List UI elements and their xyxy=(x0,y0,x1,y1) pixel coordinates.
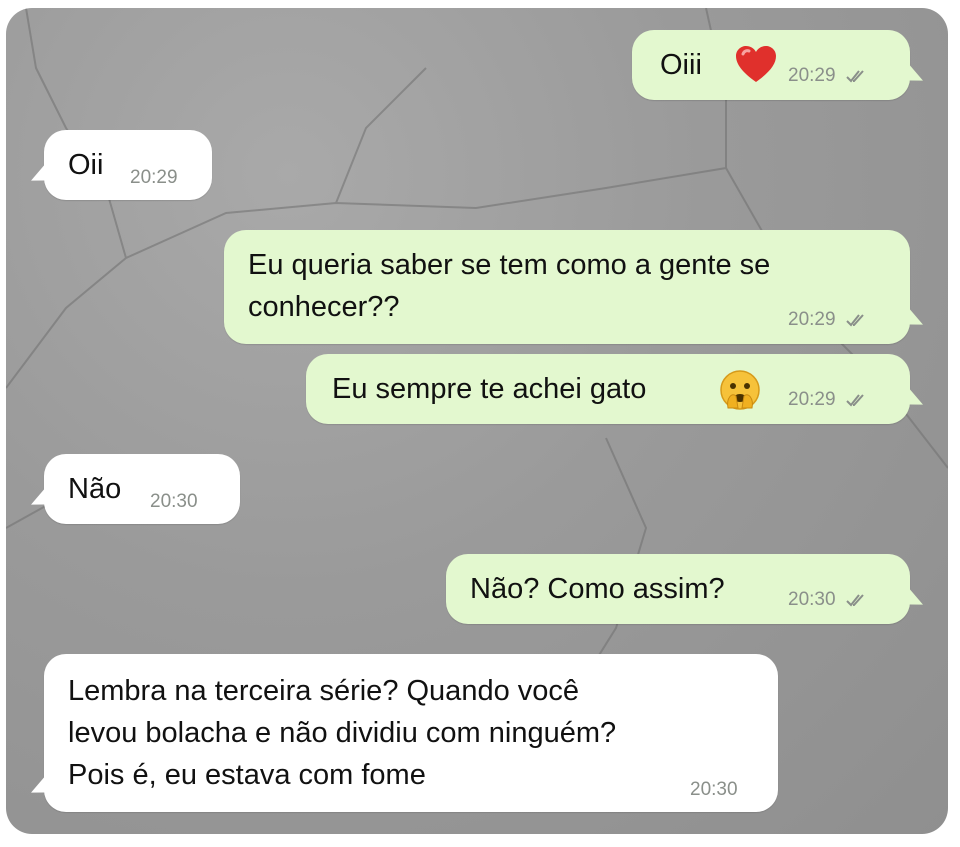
message-time: 20:30 xyxy=(150,491,198,512)
message-time: 20:29 xyxy=(788,390,867,410)
message-incoming[interactable]: Não 20:30 xyxy=(44,454,240,524)
message-time: 20:30 xyxy=(788,590,867,610)
message-time: 20:29 xyxy=(788,66,867,86)
heart-icon xyxy=(736,46,776,96)
message-text-line: levou bolacha e não dividiu com ninguém? xyxy=(68,717,617,749)
message-text: Não? Como assim? xyxy=(470,573,725,605)
message-text-line: Lembra na terceira série? Quando você xyxy=(68,675,580,707)
message-outgoing[interactable]: Eu sempre te achei gato 20:29 xyxy=(306,354,910,424)
message-text-line: Pois é, eu estava com fome xyxy=(68,759,426,791)
chat-window: Oiii 20:29 Oii 20:29 Eu queria saber se … xyxy=(6,8,948,834)
read-ticks-icon xyxy=(846,394,864,407)
shy-face-icon xyxy=(720,370,760,422)
message-text: Oii xyxy=(68,149,104,181)
read-ticks-icon xyxy=(846,70,864,83)
message-incoming[interactable]: Lembra na terceira série? Quando você le… xyxy=(44,654,778,812)
read-ticks-icon xyxy=(846,314,864,327)
message-incoming[interactable]: Oii 20:29 xyxy=(44,130,212,200)
message-time: 20:29 xyxy=(130,167,178,188)
message-text-line: Eu queria saber se tem como a gente se xyxy=(248,249,771,281)
read-ticks-icon xyxy=(846,594,864,607)
message-outgoing[interactable]: Não? Como assim? 20:30 xyxy=(446,554,910,624)
message-time: 20:30 xyxy=(690,779,738,800)
message-text-line: conhecer?? xyxy=(248,291,400,323)
message-text: Oiii xyxy=(660,49,702,81)
message-text: Eu sempre te achei gato xyxy=(332,373,647,405)
message-outgoing[interactable]: Eu queria saber se tem como a gente se c… xyxy=(224,230,910,344)
message-text: Não xyxy=(68,473,122,505)
message-outgoing[interactable]: Oiii 20:29 xyxy=(632,30,910,100)
message-time: 20:29 xyxy=(788,310,867,330)
